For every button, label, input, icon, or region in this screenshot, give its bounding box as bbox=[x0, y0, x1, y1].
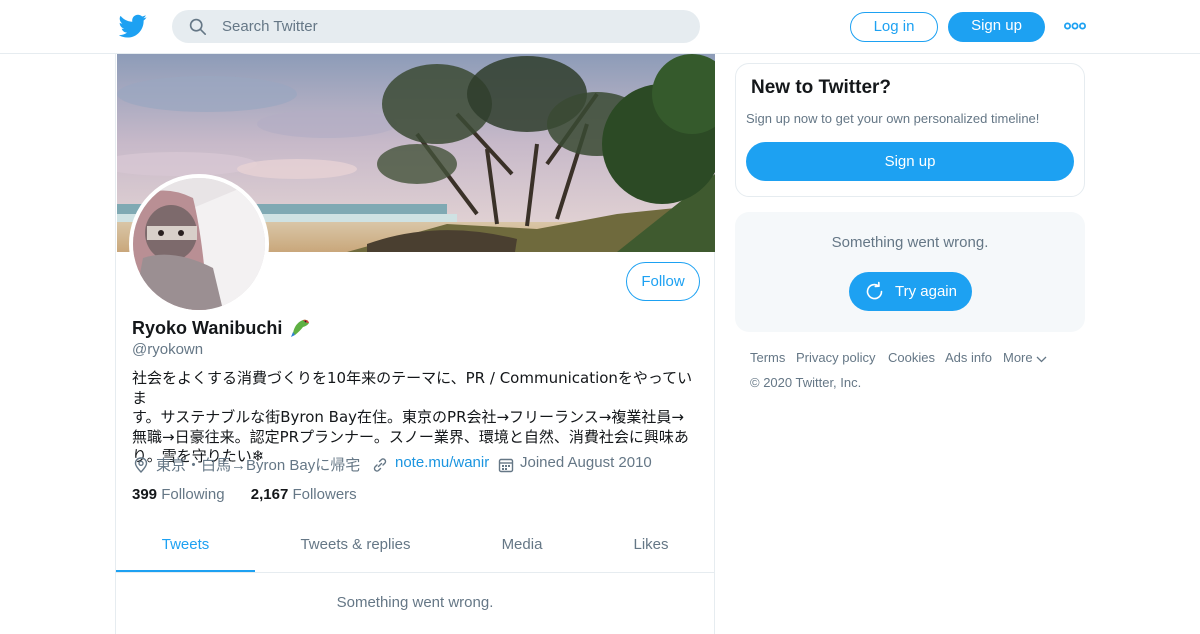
signup-button[interactable]: Sign up bbox=[948, 12, 1045, 42]
sidebar-error-message: Something went wrong. bbox=[831, 234, 989, 251]
tab-tweets[interactable]: Tweets bbox=[116, 522, 255, 572]
sidebar-error-card: Something went wrong. Try again bbox=[735, 212, 1085, 332]
profile-avatar[interactable] bbox=[129, 174, 269, 314]
try-again-button[interactable]: Try again bbox=[849, 272, 972, 311]
chevron-down-icon bbox=[1036, 356, 1047, 363]
bio-line: 無職→日豪往来。認定PRプランナー。スノー業界、環境と自然、消費社会に興味あ bbox=[132, 427, 689, 446]
profile-joined-date: Joined August 2010 bbox=[520, 454, 652, 471]
profile-meta: 東京・白馬→Byron Bayに帰宅 note.mu/wanir Joined … bbox=[132, 454, 702, 476]
tab-media[interactable]: Media bbox=[486, 522, 558, 572]
profile-bio: 社会をよくする消費づくりを10年来のテーマに、PR / Communicatio… bbox=[132, 369, 700, 467]
footer-link-terms[interactable]: Terms bbox=[750, 350, 785, 365]
profile-handle: @ryokown bbox=[132, 341, 204, 358]
footer-more-label: More bbox=[1003, 350, 1033, 365]
bio-line: 社会をよくする消費づくりを10年来のテーマに、PR / Communicatio… bbox=[132, 369, 693, 407]
search-bar[interactable] bbox=[172, 10, 700, 43]
footer-link-ads-info[interactable]: Ads info bbox=[945, 350, 992, 365]
profile-tabs: Tweets Tweets & replies Media Likes bbox=[116, 522, 714, 573]
following-stat[interactable]: 399 Following bbox=[132, 486, 225, 503]
profile-website-link[interactable]: note.mu/wanir bbox=[395, 454, 489, 471]
new-to-twitter-title: New to Twitter? bbox=[751, 77, 892, 98]
calendar-icon bbox=[498, 458, 514, 473]
profile-location: 東京・白馬→Byron Bayに帰宅 bbox=[156, 457, 361, 474]
link-icon bbox=[373, 458, 387, 472]
profile-counts: 399 Following 2,167 Followers bbox=[132, 486, 357, 503]
twitter-bird-icon[interactable] bbox=[119, 12, 147, 40]
location-pin-icon bbox=[134, 457, 148, 473]
following-count: 399 bbox=[132, 486, 158, 503]
tab-likes[interactable]: Likes bbox=[616, 522, 686, 572]
try-again-label: Try again bbox=[895, 283, 957, 300]
top-navigation-bar: Log in Sign up bbox=[0, 0, 1200, 54]
new-to-twitter-text: Sign up now to get your own personalized… bbox=[746, 111, 1040, 126]
timeline-error-message: Something went wrong. bbox=[336, 594, 494, 611]
more-dots-icon[interactable] bbox=[1064, 17, 1086, 35]
search-input[interactable] bbox=[222, 10, 682, 43]
search-icon bbox=[189, 18, 207, 36]
tab-tweets-and-replies[interactable]: Tweets & replies bbox=[284, 522, 427, 572]
follow-button[interactable]: Follow bbox=[626, 262, 700, 301]
followers-label: Followers bbox=[292, 486, 357, 503]
bio-line: す。サステナブルな街Byron Bay在住。東京のPR会社→フリーランス→複業社… bbox=[132, 408, 684, 426]
sidebar-signup-button[interactable]: Sign up bbox=[746, 142, 1074, 181]
refresh-icon bbox=[866, 281, 883, 300]
profile-name: Ryoko Wanibuchi bbox=[132, 317, 311, 339]
footer-link-more[interactable]: More bbox=[1003, 350, 1047, 365]
new-to-twitter-card: New to Twitter? Sign up now to get your … bbox=[735, 63, 1085, 197]
login-button[interactable]: Log in bbox=[850, 12, 938, 42]
footer-copyright: © 2020 Twitter, Inc. bbox=[750, 375, 862, 390]
parrot-icon bbox=[291, 319, 310, 337]
profile-column: Follow Ryoko Wanibuchi @ryokown 社会をよくする消… bbox=[115, 54, 715, 634]
followers-stat[interactable]: 2,167 Followers bbox=[251, 486, 357, 503]
following-label: Following bbox=[161, 486, 225, 503]
footer-link-privacy[interactable]: Privacy policy bbox=[796, 350, 875, 365]
profile-name-text: Ryoko Wanibuchi bbox=[132, 318, 283, 338]
footer-link-cookies[interactable]: Cookies bbox=[888, 350, 935, 365]
followers-count: 2,167 bbox=[250, 486, 289, 503]
